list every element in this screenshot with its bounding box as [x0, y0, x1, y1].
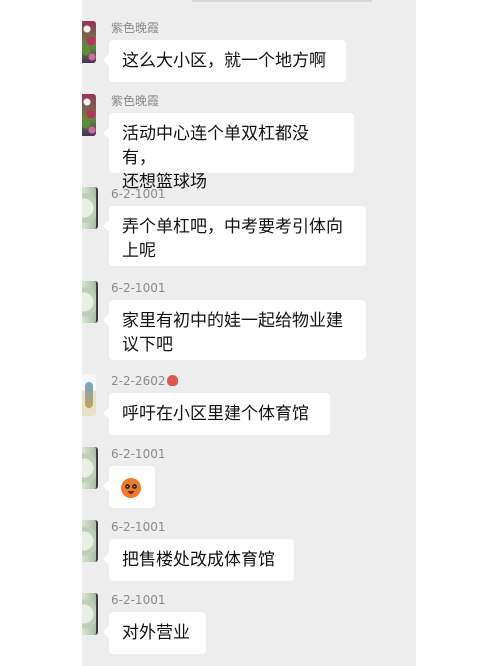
figure-avatar-icon[interactable]	[82, 374, 96, 416]
chat-message: 6-2-1001 把售楼处改成体育馆	[82, 520, 416, 582]
pattern-avatar-icon[interactable]	[82, 187, 98, 229]
sender-name: 6-2-1001	[111, 281, 166, 295]
chat-message: 2-2-2602 呼吁在小区里建个体育馆	[82, 374, 416, 436]
message-bubble[interactable]: 活动中心连个单双杠都没有， 还想篮球场	[103, 113, 354, 192]
sender-name: 6-2-1001	[111, 447, 166, 461]
sender-name: 6-2-1001	[111, 593, 166, 607]
message-bubble[interactable]: 对外营业	[103, 612, 206, 654]
chat-panel[interactable]: 紫色晚霞 这么大小区，就一个地方啊 紫色晚霞 活动中心连个单双杠都没有， 还想篮…	[82, 0, 416, 666]
orange-face-emoji-icon	[121, 478, 141, 498]
message-bubble[interactable]: 家里有初中的娃一起给物业建 议下吧	[103, 300, 366, 360]
flower-avatar-icon[interactable]	[82, 21, 96, 63]
sender-name: 6-2-1001	[111, 520, 166, 534]
message-bubble[interactable]	[103, 466, 155, 508]
octopus-icon	[167, 375, 179, 386]
sender-name: 2-2-2602	[111, 374, 166, 388]
top-divider	[192, 0, 372, 2]
message-bubble[interactable]: 这么大小区，就一个地方啊	[103, 40, 346, 82]
flower-avatar-icon[interactable]	[82, 94, 96, 136]
sender-name: 紫色晚霞	[111, 94, 160, 108]
message-bubble[interactable]: 弄个单杠吧，中考要考引体向 上呢	[103, 206, 366, 266]
pattern-avatar-icon[interactable]	[82, 281, 98, 323]
chat-message: 紫色晚霞 活动中心连个单双杠都没有， 还想篮球场	[82, 94, 416, 192]
pattern-avatar-icon[interactable]	[82, 447, 98, 489]
chat-message: 6-2-1001 家里有初中的娃一起给物业建 议下吧	[82, 281, 416, 361]
message-bubble[interactable]: 呼吁在小区里建个体育馆	[103, 393, 330, 435]
chat-message: 6-2-1001 对外营业	[82, 593, 416, 655]
chat-message: 紫色晚霞 这么大小区，就一个地方啊	[82, 21, 416, 83]
pattern-avatar-icon[interactable]	[82, 520, 98, 562]
message-bubble[interactable]: 把售楼处改成体育馆	[103, 539, 294, 581]
sender-name-row: 2-2-2602	[111, 374, 179, 388]
sender-name: 6-2-1001	[111, 187, 166, 201]
chat-message: 6-2-1001	[82, 447, 416, 509]
pattern-avatar-icon[interactable]	[82, 593, 98, 635]
chat-message: 6-2-1001 弄个单杠吧，中考要考引体向 上呢	[82, 187, 416, 267]
sender-name: 紫色晚霞	[111, 21, 160, 35]
